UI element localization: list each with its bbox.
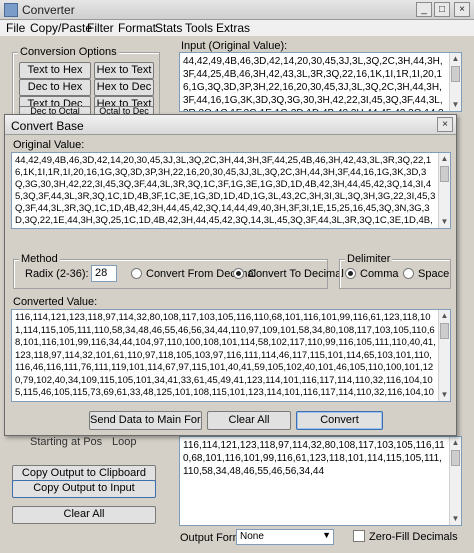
- menu-stats[interactable]: Stats: [155, 21, 182, 35]
- input-scrollbar[interactable]: ▲ ▼: [449, 53, 461, 111]
- dec-to-hex-button[interactable]: Dec to Hex: [19, 79, 91, 96]
- hex-to-text-button[interactable]: Hex to Text: [94, 62, 154, 79]
- clear-all-main-button[interactable]: Clear All: [12, 506, 156, 524]
- input-label: Input (Original Value):: [181, 40, 288, 52]
- output-scrollbar[interactable]: ▲ ▼: [449, 437, 461, 525]
- convert-to-decimal-label: Convert To Decimal: [248, 268, 344, 280]
- original-scrollbar[interactable]: ▲ ▼: [438, 153, 450, 228]
- conversion-options-label: Conversion Options: [18, 46, 119, 58]
- zero-fill-checkbox[interactable]: [353, 530, 365, 542]
- chevron-down-icon: ▼: [322, 530, 331, 540]
- menu-file[interactable]: File: [6, 21, 25, 35]
- delimiter-label: Delimiter: [345, 253, 393, 265]
- dialog-title: Convert Base: [11, 119, 84, 133]
- menu-format[interactable]: Format: [118, 21, 156, 35]
- space-radio[interactable]: [403, 268, 414, 279]
- comma-radio[interactable]: [345, 268, 356, 279]
- convert-to-decimal-radio[interactable]: [233, 268, 244, 279]
- app-icon: [4, 3, 18, 17]
- convert-from-decimal-radio[interactable]: [131, 268, 142, 279]
- input-textarea[interactable]: 44,42,49,4B,46,3D,42,14,20,30,45,3J,3L,3…: [179, 52, 462, 112]
- output-format-value: None: [240, 531, 264, 542]
- original-value-text: 44,42,49,4B,46,3D,42,14,20,30,45,3J,3L,3…: [15, 155, 436, 228]
- comma-label: Comma: [360, 268, 399, 280]
- send-data-button[interactable]: Send Data to Main Form: [89, 411, 202, 430]
- menu-tools[interactable]: Tools: [185, 21, 213, 35]
- loop-label: Loop: [112, 436, 137, 448]
- original-value-textarea[interactable]: 44,42,49,4B,46,3D,42,14,20,30,45,3J,3L,3…: [11, 152, 451, 229]
- convert-button[interactable]: Convert: [296, 411, 383, 430]
- converted-value-label: Converted Value:: [13, 296, 98, 308]
- original-value-label: Original Value:: [13, 139, 85, 151]
- radix-value: 28: [95, 267, 108, 279]
- dialog-close-icon[interactable]: ×: [437, 117, 453, 132]
- method-label: Method: [19, 253, 60, 265]
- radix-input[interactable]: 28: [91, 265, 117, 282]
- converted-value-textarea[interactable]: 116,114,121,123,118,97,114,32,80,108,117…: [11, 309, 451, 402]
- convert-base-dialog: Convert Base × Original Value: 44,42,49,…: [4, 114, 457, 436]
- hex-to-dec-button[interactable]: Hex to Dec: [94, 79, 154, 96]
- copy-output-input-button[interactable]: Copy Output to Input: [12, 480, 156, 498]
- menu-copy-paste[interactable]: Copy/Paste: [30, 21, 92, 35]
- menu-extras[interactable]: Extras: [216, 21, 250, 35]
- menu-filter[interactable]: Filter: [87, 21, 114, 35]
- main-window: Converter _ □ × File Copy/Paste Filter F…: [0, 0, 474, 553]
- dialog-title-bar: Convert Base ×: [5, 115, 456, 135]
- zero-fill-label: Zero-Fill Decimals: [369, 531, 458, 543]
- window-title: Converter: [22, 3, 75, 17]
- radix-label: Radix (2-36):: [25, 268, 89, 280]
- text-to-hex-button[interactable]: Text to Hex: [19, 62, 91, 79]
- title-bar: Converter _ □ ×: [0, 0, 474, 20]
- maximize-icon[interactable]: □: [434, 2, 450, 17]
- converted-scrollbar[interactable]: ▲ ▼: [438, 310, 450, 401]
- output-textarea[interactable]: 116,114,121,123,118,97,114,32,80,108,117…: [179, 436, 462, 526]
- output-format-select[interactable]: None ▼: [236, 529, 334, 545]
- close-icon[interactable]: ×: [454, 2, 470, 17]
- space-label: Space: [418, 268, 450, 280]
- starting-pos-label: Starting at Pos: [30, 436, 103, 448]
- converted-value-text: 116,114,121,123,118,97,114,32,80,108,117…: [15, 312, 436, 401]
- menu-bar: File Copy/Paste Filter Format Stats Tool…: [0, 20, 474, 36]
- input-value: 44,42,49,4B,46,3D,42,14,20,30,45,3J,3L,3…: [183, 56, 444, 111]
- minimize-icon[interactable]: _: [416, 2, 432, 17]
- output-value: 116,114,121,123,118,97,114,32,80,108,117…: [183, 440, 445, 477]
- dialog-clear-all-button[interactable]: Clear All: [207, 411, 291, 430]
